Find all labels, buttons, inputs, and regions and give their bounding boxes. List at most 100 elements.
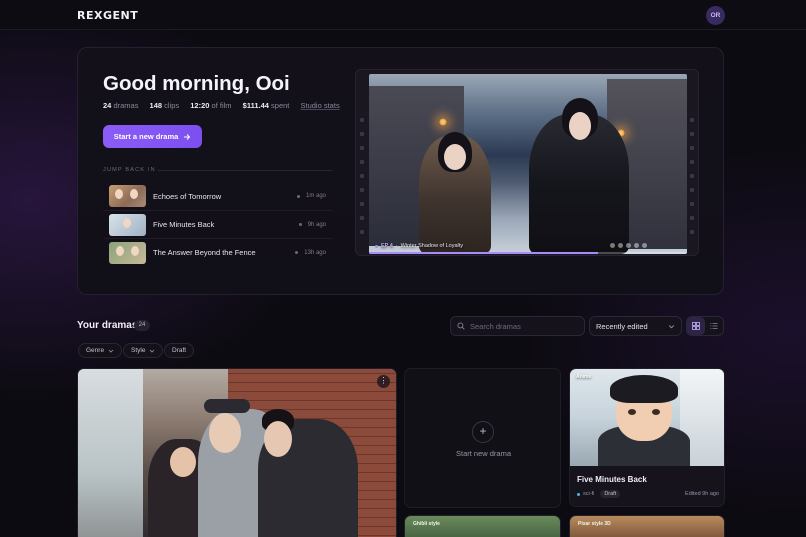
studio-stats: 24 dramas 148 clips 12:20 of film $111.4…: [103, 101, 340, 110]
film-sprocket: [690, 118, 694, 122]
drama-card-featured[interactable]: ⋮: [77, 368, 397, 537]
episode-caption: EP 4 · Winter Shadow of Loyalty: [375, 243, 463, 249]
grid-view-button[interactable]: [687, 317, 705, 335]
filter-draft[interactable]: Draft: [164, 343, 195, 358]
recent-item-echoes[interactable]: Echoes of Tomorrow 1m ago: [103, 182, 333, 210]
arrow-right-icon: [184, 133, 191, 140]
filter-style[interactable]: Style: [123, 343, 164, 358]
more-options-icon[interactable]: ⋮: [377, 375, 390, 388]
your-dramas-heading: Your dramas: [77, 320, 138, 331]
drama-thumbnail: Anime: [570, 369, 724, 466]
dramas-count-badge: 24: [134, 320, 150, 331]
jump-back-label: JUMP BACK IN: [103, 167, 156, 173]
clips-label: clips: [164, 101, 180, 110]
status-badge: Draft: [600, 490, 621, 498]
start-new-drama-card[interactable]: + Start new drama: [404, 368, 561, 508]
episode-progress-fill: [369, 252, 598, 254]
film-sprocket: [360, 216, 364, 220]
list-icon: [710, 323, 718, 329]
recent-item-five-minutes[interactable]: Five Minutes Back 9h ago: [103, 210, 333, 238]
sort-dropdown[interactable]: Recently edited: [589, 316, 682, 336]
status-dot-icon: [298, 223, 302, 226]
film-sprocket: [360, 160, 364, 164]
episode-dot-icon: [375, 244, 378, 248]
drama-card-pixar[interactable]: Pixar style 3D: [569, 515, 725, 537]
featured-episode-player[interactable]: EP 4 · Winter Shadow of Loyalty: [355, 69, 699, 256]
recent-time: 9h ago: [307, 221, 326, 228]
film-sprocket: [690, 146, 694, 150]
drama-meta: sci-fi Draft Edited 9h ago: [577, 490, 719, 498]
film-sprocket: [360, 202, 364, 206]
style-badge: Ghibli style: [413, 521, 440, 527]
recent-thumbnail: [109, 185, 146, 207]
scene-window: [78, 369, 143, 537]
recent-thumbnail: [109, 241, 146, 264]
list-view-button[interactable]: [705, 317, 723, 335]
filter-label: Genre: [86, 347, 105, 354]
episode-number: EP 4: [381, 243, 393, 249]
film-sprocket: [690, 160, 694, 164]
start-new-drama-button[interactable]: Start a new drama: [103, 125, 202, 148]
style-badge: Pixar style 3D: [578, 521, 611, 527]
filter-genre[interactable]: Genre: [78, 343, 123, 358]
dramas-label: dramas: [113, 101, 139, 110]
film-sprocket: [360, 146, 364, 150]
chevron-down-icon: [668, 324, 675, 328]
episode-title: Winter Shadow of Loyalty: [400, 243, 464, 249]
film-sprocket: [690, 202, 694, 206]
status-dot-icon: [296, 194, 300, 198]
film-sprocket: [360, 132, 364, 136]
film-sprocket: [690, 230, 694, 234]
filter-label: Style: [131, 347, 146, 354]
status-dot-icon: [295, 251, 299, 254]
recent-list: Echoes of Tomorrow 1m ago Five Minutes B…: [103, 182, 333, 266]
spent-amount: $111.44: [242, 101, 269, 110]
filter-label: Draft: [172, 347, 187, 354]
user-avatar[interactable]: OR: [706, 6, 725, 25]
sort-label: Recently edited: [596, 321, 648, 331]
app-logo[interactable]: REXGENT: [77, 9, 138, 22]
film-sprocket: [360, 118, 364, 122]
top-bar: REXGENT OR: [0, 0, 806, 30]
episode-frame[interactable]: EP 4 · Winter Shadow of Loyalty: [369, 74, 687, 254]
search-input[interactable]: [470, 321, 580, 331]
search-icon: [457, 322, 465, 330]
recent-title: Echoes of Tomorrow: [153, 191, 222, 201]
greeting-heading: Good morning, Ooi: [103, 72, 290, 95]
episode-progress-bar[interactable]: [369, 252, 687, 254]
start-new-drama-label: Start new drama: [455, 449, 512, 458]
clips-count: 148: [149, 101, 163, 110]
hero-panel: Good morning, Ooi 24 dramas 148 clips 12…: [77, 47, 724, 295]
drama-card-five-minutes-back[interactable]: Anime Five Minutes Back sci-fi Draft Edi…: [569, 368, 725, 507]
film-duration: 12:20: [190, 101, 210, 110]
drama-card-ghibli[interactable]: Ghibli style: [404, 515, 561, 537]
cta-label: Start a new drama: [113, 132, 179, 141]
film-sprocket: [690, 132, 694, 136]
recent-thumbnail: [109, 213, 146, 236]
style-badge: Anime: [576, 374, 592, 380]
film-sprocket: [690, 174, 694, 178]
divider: [158, 170, 332, 171]
carousel-dots[interactable]: [610, 243, 647, 248]
drama-genre: sci-fi: [583, 491, 595, 497]
edited-time: Edited 9h ago: [685, 491, 719, 497]
film-label: of film: [211, 101, 232, 110]
film-sprocket: [360, 188, 364, 192]
drama-title: Five Minutes Back: [577, 475, 647, 484]
chevron-down-icon: [150, 349, 155, 353]
view-toggle: [686, 316, 724, 336]
recent-title: Five Minutes Back: [153, 220, 215, 229]
lantern-light: [439, 118, 447, 126]
recent-time: 1m ago: [305, 193, 326, 199]
recent-title: The Answer Beyond the Fence: [153, 248, 256, 257]
film-sprocket: [690, 188, 694, 192]
dramas-count: 24: [103, 101, 112, 110]
grid-icon: [692, 322, 700, 330]
genre-dot-icon: [577, 492, 580, 496]
search-box[interactable]: [450, 316, 585, 336]
chevron-down-icon: [108, 349, 114, 353]
film-sprocket: [690, 216, 694, 220]
recent-item-answer-beyond[interactable]: The Answer Beyond the Fence 13h ago: [103, 238, 333, 266]
studio-stats-link[interactable]: Studio stats: [301, 101, 340, 110]
spent-label: spent: [271, 101, 290, 110]
